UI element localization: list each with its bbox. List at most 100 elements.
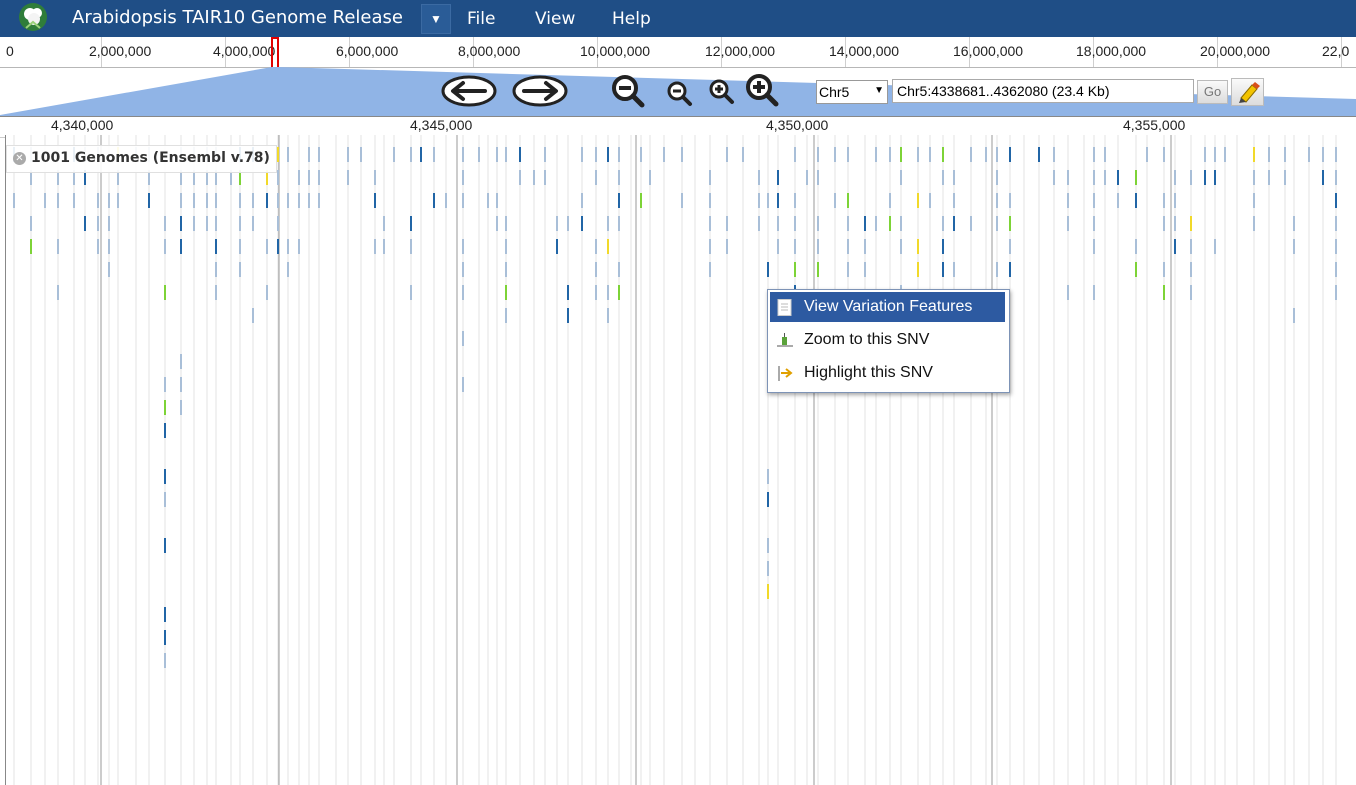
snv-glyph[interactable] <box>164 216 166 231</box>
snv-glyph[interactable] <box>57 239 59 254</box>
snv-glyph[interactable] <box>117 193 119 208</box>
snv-glyph[interactable] <box>180 354 182 369</box>
snv-glyph[interactable] <box>496 193 498 208</box>
snv-glyph[interactable] <box>767 538 769 553</box>
snv-glyph[interactable] <box>806 170 808 185</box>
snv-glyph[interactable] <box>277 147 279 162</box>
snv-glyph[interactable] <box>318 170 320 185</box>
snv-glyph[interactable] <box>758 216 760 231</box>
snv-glyph[interactable] <box>847 147 849 162</box>
snv-glyph[interactable] <box>544 170 546 185</box>
snv-glyph[interactable] <box>1322 170 1324 185</box>
snv-glyph[interactable] <box>1104 147 1106 162</box>
snv-glyph[interactable] <box>1117 170 1119 185</box>
snv-glyph[interactable] <box>287 147 289 162</box>
snv-glyph[interactable] <box>847 239 849 254</box>
snv-glyph[interactable] <box>726 147 728 162</box>
snv-glyph[interactable] <box>942 170 944 185</box>
snv-glyph[interactable] <box>180 193 182 208</box>
snv-glyph[interactable] <box>1284 170 1286 185</box>
snv-glyph[interactable] <box>649 170 651 185</box>
snv-glyph[interactable] <box>1009 262 1011 277</box>
snv-glyph[interactable] <box>1163 216 1165 231</box>
snv-glyph[interactable] <box>1009 193 1011 208</box>
snv-glyph[interactable] <box>164 538 166 553</box>
snv-glyph[interactable] <box>996 170 998 185</box>
snv-glyph[interactable] <box>1163 193 1165 208</box>
snv-glyph[interactable] <box>239 239 241 254</box>
snv-glyph[interactable] <box>794 193 796 208</box>
snv-glyph[interactable] <box>767 561 769 576</box>
snv-glyph[interactable] <box>942 147 944 162</box>
snv-glyph[interactable] <box>567 285 569 300</box>
snv-glyph[interactable] <box>794 239 796 254</box>
snv-glyph[interactable] <box>640 193 642 208</box>
snv-glyph[interactable] <box>374 239 376 254</box>
snv-glyph[interactable] <box>308 193 310 208</box>
snv-glyph[interactable] <box>1268 170 1270 185</box>
snv-glyph[interactable] <box>308 147 310 162</box>
snv-glyph[interactable] <box>970 216 972 231</box>
menu-item-view-variation-features[interactable]: View Variation Features <box>770 292 1005 322</box>
snv-glyph[interactable] <box>164 400 166 415</box>
snv-glyph[interactable] <box>618 216 620 231</box>
snv-glyph[interactable] <box>108 193 110 208</box>
snv-glyph[interactable] <box>164 469 166 484</box>
snv-glyph[interactable] <box>953 262 955 277</box>
snv-glyph[interactable] <box>1204 147 1206 162</box>
snv-glyph[interactable] <box>239 262 241 277</box>
snv-glyph[interactable] <box>298 170 300 185</box>
snv-glyph[interactable] <box>681 193 683 208</box>
snv-glyph[interactable] <box>917 147 919 162</box>
snv-glyph[interactable] <box>252 193 254 208</box>
snv-glyph[interactable] <box>1093 147 1095 162</box>
snv-glyph[interactable] <box>164 377 166 392</box>
snv-glyph[interactable] <box>360 147 362 162</box>
snv-glyph[interactable] <box>1322 147 1324 162</box>
snv-glyph[interactable] <box>1174 193 1176 208</box>
snv-glyph[interactable] <box>1135 239 1137 254</box>
snv-glyph[interactable] <box>1253 216 1255 231</box>
snv-glyph[interactable] <box>618 147 620 162</box>
snv-glyph[interactable] <box>1335 216 1337 231</box>
snv-glyph[interactable] <box>556 216 558 231</box>
snv-glyph[interactable] <box>180 377 182 392</box>
snv-glyph[interactable] <box>410 239 412 254</box>
snv-glyph[interactable] <box>287 262 289 277</box>
snv-glyph[interactable] <box>180 216 182 231</box>
snv-glyph[interactable] <box>1335 262 1337 277</box>
snv-glyph[interactable] <box>215 216 217 231</box>
snv-glyph[interactable] <box>595 239 597 254</box>
snv-glyph[interactable] <box>462 193 464 208</box>
snv-glyph[interactable] <box>496 216 498 231</box>
snv-glyph[interactable] <box>57 193 59 208</box>
snv-glyph[interactable] <box>318 147 320 162</box>
snv-glyph[interactable] <box>505 239 507 254</box>
snv-glyph[interactable] <box>607 239 609 254</box>
snv-glyph[interactable] <box>1190 285 1192 300</box>
snv-glyph[interactable] <box>193 216 195 231</box>
snv-glyph[interactable] <box>1174 216 1176 231</box>
snv-glyph[interactable] <box>618 285 620 300</box>
snv-glyph[interactable] <box>433 193 435 208</box>
snv-glyph[interactable] <box>767 492 769 507</box>
snv-glyph[interactable] <box>607 308 609 323</box>
snv-glyph[interactable] <box>709 216 711 231</box>
snv-glyph[interactable] <box>347 170 349 185</box>
snv-glyph[interactable] <box>164 423 166 438</box>
snv-glyph[interactable] <box>193 193 195 208</box>
snv-glyph[interactable] <box>996 216 998 231</box>
snv-glyph[interactable] <box>985 147 987 162</box>
snv-glyph[interactable] <box>864 239 866 254</box>
snv-glyph[interactable] <box>767 193 769 208</box>
snv-glyph[interactable] <box>84 216 86 231</box>
snv-glyph[interactable] <box>900 170 902 185</box>
snv-glyph[interactable] <box>767 262 769 277</box>
snv-glyph[interactable] <box>817 216 819 231</box>
snv-glyph[interactable] <box>1104 170 1106 185</box>
snv-glyph[interactable] <box>709 262 711 277</box>
snv-glyph[interactable] <box>164 492 166 507</box>
snv-glyph[interactable] <box>567 216 569 231</box>
snv-glyph[interactable] <box>97 216 99 231</box>
snv-glyph[interactable] <box>618 170 620 185</box>
